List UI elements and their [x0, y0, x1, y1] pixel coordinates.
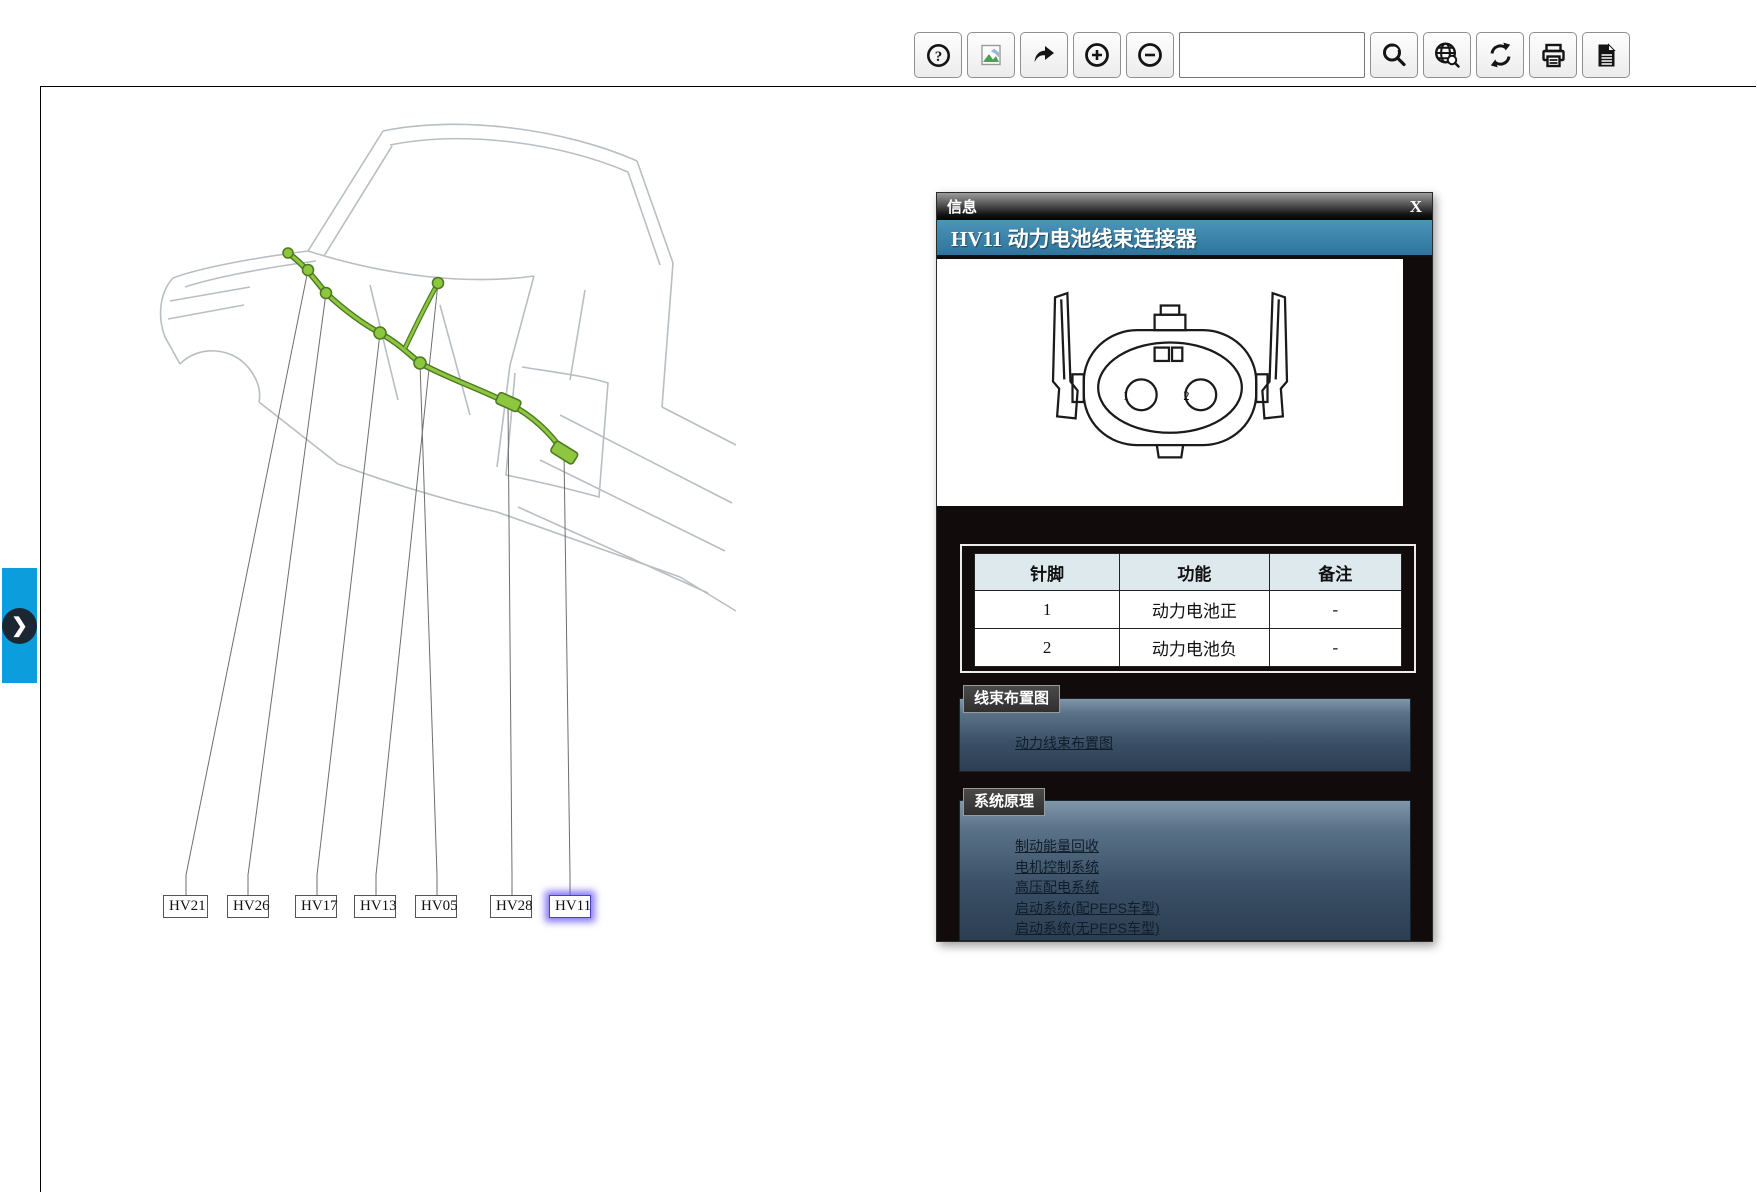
connector-label-hv21[interactable]: HV21	[163, 895, 208, 918]
web-search-icon	[1434, 42, 1460, 68]
refresh-button[interactable]	[1476, 32, 1524, 78]
share-button[interactable]	[1020, 32, 1068, 78]
pin-table-container: 针脚 功能 备注 1 动力电池正 - 2 动力电池负 -	[960, 544, 1416, 673]
connector-diagram: 1 2	[1051, 291, 1289, 459]
table-row: 1 动力电池正 -	[973, 590, 1403, 629]
pin-note-cell: -	[1268, 590, 1403, 629]
harness-connectors	[282, 247, 579, 465]
pin-table-header-note: 备注	[1268, 553, 1403, 591]
image-icon	[981, 44, 1001, 66]
wiring-harness	[282, 247, 579, 465]
search-button[interactable]	[1370, 32, 1418, 78]
share-icon	[1034, 46, 1054, 63]
system-principle-link-start-peps[interactable]: 启动系统(配PEPS车型)	[1015, 898, 1160, 919]
close-button[interactable]: X	[1410, 197, 1422, 217]
pin-1-label: 1	[1123, 389, 1129, 403]
connector-label-hv28[interactable]: HV28	[490, 895, 533, 918]
section-title-system-principle: 系统原理	[963, 788, 1046, 816]
refresh-icon	[1490, 42, 1510, 68]
app-window: ? ❯ HV21 HV26 HV17 HV13 HV05 HV28 HV11 信…	[0, 0, 1757, 1192]
pin-note-cell: -	[1268, 628, 1403, 667]
image-button[interactable]	[967, 32, 1015, 78]
sidebar-toggle-button[interactable]: ❯	[2, 568, 37, 683]
car-diagram	[140, 115, 740, 930]
document-icon	[1598, 42, 1616, 66]
document-button[interactable]	[1582, 32, 1630, 78]
zoom-out-button[interactable]	[1126, 32, 1174, 78]
info-popup: 信息 X HV11 动力电池线束连接器 1 2 针脚 功能 备注 1 动力电池正…	[936, 192, 1433, 942]
search-input[interactable]	[1179, 32, 1365, 78]
harness-layout-link[interactable]: 动力线束布置图	[1015, 733, 1113, 754]
connector-diagram-panel: 1 2	[937, 259, 1403, 506]
section-title-harness-layout: 线束布置图	[963, 685, 1061, 713]
help-icon: ?	[926, 43, 950, 67]
pin-number-cell: 2	[973, 628, 1121, 667]
pin-function-cell: 动力电池负	[1119, 628, 1270, 667]
print-button[interactable]	[1529, 32, 1577, 78]
svg-text:?: ?	[934, 49, 942, 65]
zoom-in-button[interactable]	[1073, 32, 1121, 78]
table-row: 2 动力电池负 -	[973, 628, 1403, 667]
zoom-out-icon	[1138, 43, 1162, 67]
zoom-in-icon	[1085, 43, 1109, 67]
popup-header-title: HV11 动力电池线束连接器	[937, 220, 1432, 257]
pin-function-cell: 动力电池正	[1119, 590, 1270, 629]
system-principle-link-start-no-peps[interactable]: 启动系统(无PEPS车型)	[1015, 918, 1160, 939]
pin-table: 针脚 功能 备注 1 动力电池正 - 2 动力电池负 -	[973, 553, 1403, 667]
connector-label-hv17[interactable]: HV17	[295, 895, 338, 918]
leader-lines	[185, 269, 571, 896]
system-principle-link-motor-control[interactable]: 电机控制系统	[1015, 857, 1160, 878]
connector-label-hv05[interactable]: HV05	[415, 895, 458, 918]
search-icon	[1383, 43, 1406, 67]
help-button[interactable]: ?	[914, 32, 962, 78]
system-principle-link-hv-distribution[interactable]: 高压配电系统	[1015, 877, 1160, 898]
car-body-lines	[159, 123, 737, 612]
print-icon	[1541, 43, 1565, 67]
system-principle-link-brake-energy[interactable]: 制动能量回收	[1015, 836, 1160, 857]
connector-label-hv11[interactable]: HV11	[549, 895, 591, 918]
connector-label-hv26[interactable]: HV26	[227, 895, 270, 918]
connector-label-hv13[interactable]: HV13	[354, 895, 397, 918]
chevron-right-icon: ❯	[2, 607, 37, 644]
top-toolbar: ?	[914, 32, 1630, 78]
popup-title: 信息	[947, 199, 978, 216]
web-search-button[interactable]	[1423, 32, 1471, 78]
pin-2-label: 2	[1183, 389, 1189, 403]
pin-number-cell: 1	[973, 590, 1121, 629]
pin-table-header-function: 功能	[1119, 553, 1270, 591]
popup-titlebar: 信息 X	[937, 193, 1432, 220]
car-wireframe-illustration	[159, 123, 737, 896]
pin-table-header-pin: 针脚	[973, 553, 1121, 591]
